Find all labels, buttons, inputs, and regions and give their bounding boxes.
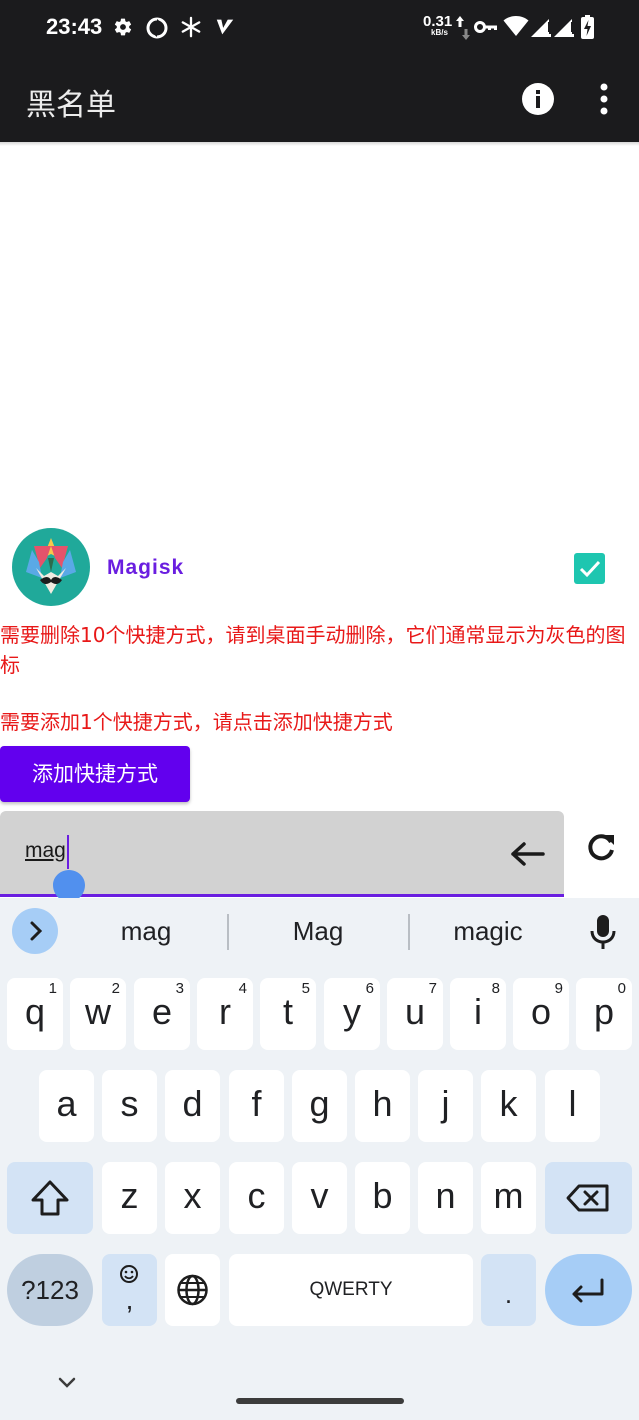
key-n[interactable]: n bbox=[418, 1162, 473, 1234]
page-title: 黑名单 bbox=[26, 88, 116, 123]
backspace-key[interactable] bbox=[545, 1162, 632, 1234]
key-z[interactable]: z bbox=[102, 1162, 157, 1234]
key-o[interactable]: o9 bbox=[513, 978, 569, 1050]
info-icon[interactable] bbox=[521, 82, 555, 116]
app-bar: 黑名单 bbox=[0, 56, 639, 142]
chevron-right-icon bbox=[30, 921, 43, 941]
key-t[interactable]: t5 bbox=[260, 978, 316, 1050]
back-arrow-icon[interactable] bbox=[510, 839, 546, 869]
snowflake-icon bbox=[181, 16, 201, 38]
app-checkbox[interactable] bbox=[574, 553, 605, 584]
net-speed-unit: kB/s bbox=[431, 28, 448, 37]
v-logo-icon bbox=[216, 19, 234, 35]
list-item[interactable]: Magisk bbox=[0, 522, 639, 614]
comma-label: , bbox=[125, 1284, 134, 1315]
add-shortcut-button[interactable]: 添加快捷方式 bbox=[0, 746, 190, 802]
text-caret bbox=[67, 835, 69, 869]
search-input[interactable]: mag bbox=[25, 839, 66, 863]
key-f[interactable]: f bbox=[229, 1070, 284, 1142]
key-k[interactable]: k bbox=[481, 1070, 536, 1142]
sync-icon bbox=[146, 17, 168, 39]
key-h[interactable]: h bbox=[355, 1070, 410, 1142]
refresh-icon[interactable] bbox=[584, 831, 618, 865]
key-y[interactable]: y6 bbox=[324, 978, 380, 1050]
key-w[interactable]: w2 bbox=[70, 978, 126, 1050]
remove-shortcuts-notice: 需要删除10个快捷方式，请到桌面手动删除，它们通常显示为灰色的图标 bbox=[0, 623, 626, 677]
shift-icon bbox=[31, 1180, 69, 1216]
suggestion-2[interactable]: Mag bbox=[238, 916, 398, 947]
key-m[interactable]: m bbox=[481, 1162, 536, 1234]
key-s[interactable]: s bbox=[102, 1070, 157, 1142]
key-v[interactable]: v bbox=[292, 1162, 347, 1234]
key-r[interactable]: r4 bbox=[197, 978, 253, 1050]
symbols-key[interactable]: ?123 bbox=[7, 1254, 93, 1326]
magisk-icon bbox=[12, 528, 90, 606]
net-speed-value: 0.31 bbox=[423, 13, 453, 30]
key-g[interactable]: g bbox=[292, 1070, 347, 1142]
suggestion-divider bbox=[227, 914, 229, 950]
key-d[interactable]: d bbox=[165, 1070, 220, 1142]
signal-icon bbox=[554, 19, 574, 37]
check-icon bbox=[579, 560, 601, 578]
app-bar-shadow bbox=[0, 142, 639, 146]
settings-icon bbox=[114, 18, 132, 36]
wifi-icon bbox=[503, 16, 529, 36]
signal-icon bbox=[531, 19, 551, 37]
app-name: Magisk bbox=[107, 556, 185, 579]
key-b[interactable]: b bbox=[355, 1162, 410, 1234]
language-key[interactable] bbox=[165, 1254, 220, 1326]
shift-key[interactable] bbox=[7, 1162, 93, 1234]
suggestion-1[interactable]: mag bbox=[66, 916, 226, 947]
expand-toolbar-button[interactable] bbox=[12, 908, 58, 954]
upload-download-icon bbox=[456, 16, 470, 40]
key-j[interactable]: j bbox=[418, 1070, 473, 1142]
key-x[interactable]: x bbox=[165, 1162, 220, 1234]
add-shortcuts-notice: 需要添加1个快捷方式，请点击添加快捷方式 bbox=[0, 710, 393, 734]
key-c[interactable]: c bbox=[229, 1162, 284, 1234]
key-i[interactable]: i8 bbox=[450, 978, 506, 1050]
key-l[interactable]: l bbox=[545, 1070, 600, 1142]
space-key[interactable]: QWERTY bbox=[229, 1254, 473, 1326]
gesture-nav-handle[interactable] bbox=[236, 1398, 404, 1404]
suggestion-3[interactable]: magic bbox=[408, 916, 568, 947]
more-vert-icon[interactable] bbox=[592, 80, 616, 118]
suggestion-strip: mag Mag magic bbox=[0, 898, 639, 964]
battery-icon bbox=[581, 15, 594, 39]
microphone-icon[interactable] bbox=[590, 914, 616, 950]
caret-handle-icon[interactable] bbox=[53, 866, 85, 902]
status-bar: 23:43 0.31 kB/s bbox=[0, 0, 639, 56]
globe-icon bbox=[177, 1274, 208, 1306]
key-u[interactable]: u7 bbox=[387, 978, 443, 1050]
net-speed: 0.31 kB/s bbox=[423, 14, 452, 37]
key-e[interactable]: e3 bbox=[134, 978, 190, 1050]
key-a[interactable]: a bbox=[39, 1070, 94, 1142]
enter-icon bbox=[572, 1278, 604, 1303]
vpn-key-icon bbox=[474, 21, 497, 33]
key-q[interactable]: q1 bbox=[7, 978, 63, 1050]
emoji-comma-key[interactable]: , bbox=[102, 1254, 157, 1326]
key-p[interactable]: p0 bbox=[576, 978, 632, 1050]
backspace-icon bbox=[566, 1184, 609, 1212]
period-key[interactable]: . bbox=[481, 1254, 536, 1326]
status-time: 23:43 bbox=[46, 14, 103, 39]
emoji-icon bbox=[120, 1265, 138, 1283]
chevron-down-icon[interactable] bbox=[56, 1374, 78, 1392]
enter-key[interactable] bbox=[545, 1254, 632, 1326]
soft-keyboard: mag Mag magic q1 w2 e3 r4 t5 y6 u7 i8 o9… bbox=[0, 898, 639, 1420]
